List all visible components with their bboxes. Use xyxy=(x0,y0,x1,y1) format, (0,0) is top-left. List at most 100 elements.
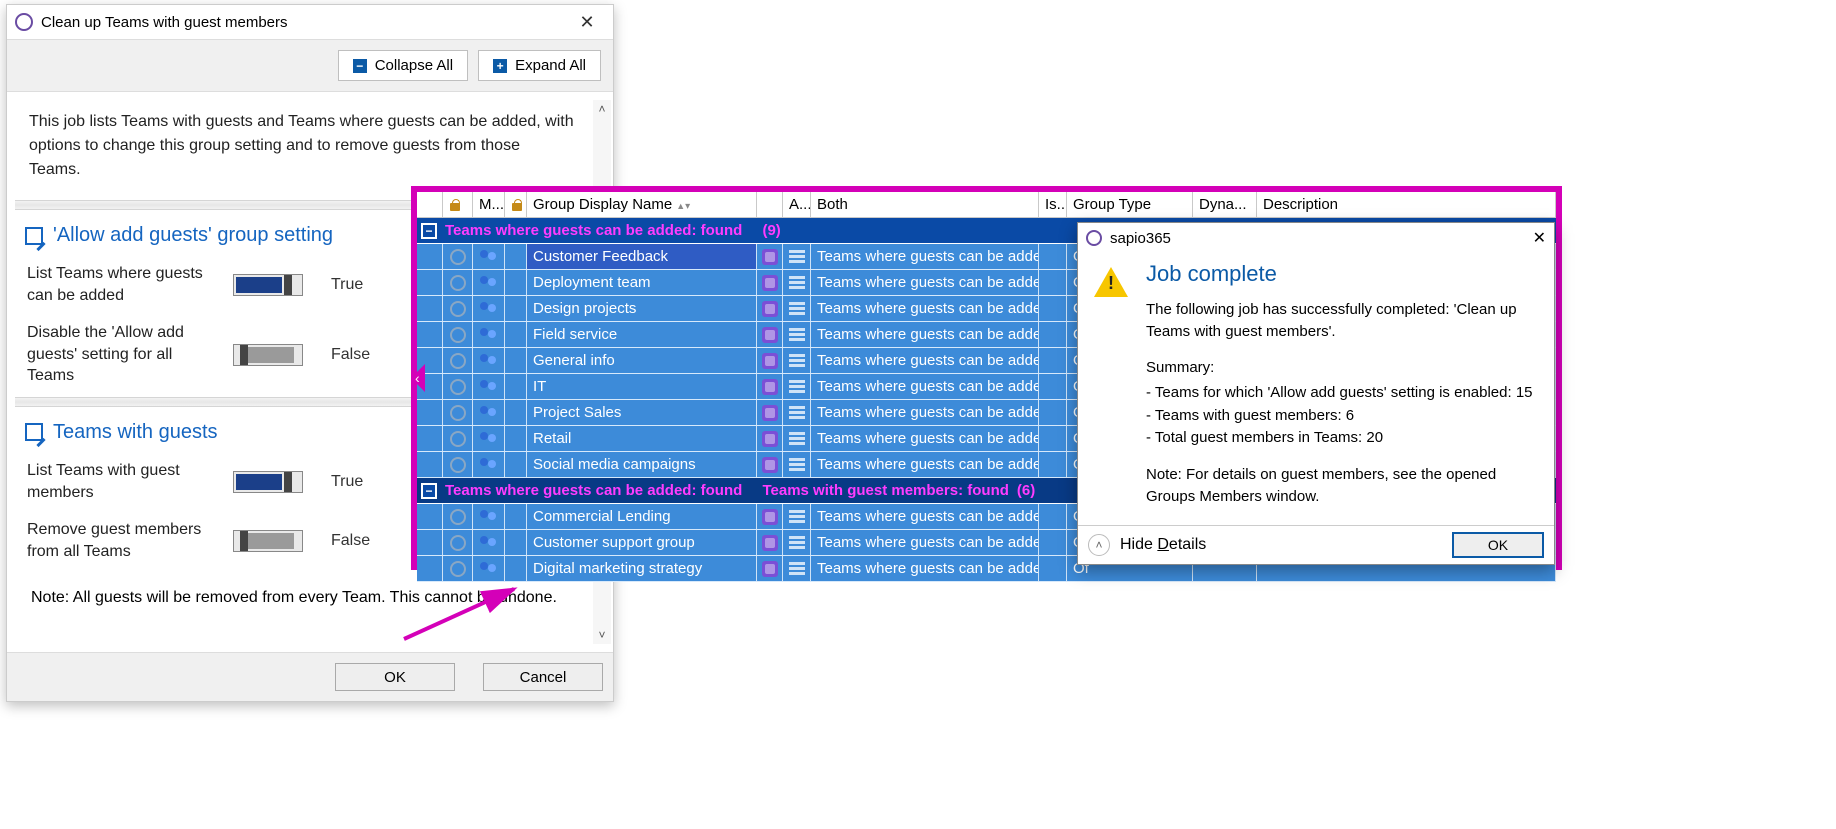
row-radio[interactable] xyxy=(443,556,473,581)
row-is xyxy=(1039,296,1067,321)
row-members-icon[interactable] xyxy=(473,530,505,555)
row-members-icon[interactable] xyxy=(473,270,505,295)
row-burger[interactable] xyxy=(783,322,811,347)
close-icon[interactable]: ✕ xyxy=(1533,228,1546,248)
col-description[interactable]: Description xyxy=(1257,192,1556,217)
panel-expander[interactable]: ‹ xyxy=(411,364,425,392)
ok-button[interactable]: OK xyxy=(335,663,455,691)
toggle-disable-allow-guests[interactable] xyxy=(233,344,303,366)
radio-icon xyxy=(450,249,466,265)
group-label: Teams where guests can be added: found xyxy=(445,222,742,239)
row-burger[interactable] xyxy=(783,504,811,529)
row-members-icon[interactable] xyxy=(473,374,505,399)
row-team-icon xyxy=(757,296,783,321)
row-radio[interactable] xyxy=(443,530,473,555)
row-group-name[interactable]: Deployment team xyxy=(527,270,757,295)
row-team-icon xyxy=(757,556,783,581)
row-members-icon[interactable] xyxy=(473,296,505,321)
row-members-icon[interactable] xyxy=(473,452,505,477)
row-burger[interactable] xyxy=(783,400,811,425)
row-radio[interactable] xyxy=(443,270,473,295)
row-indent xyxy=(417,426,443,451)
row-group-name[interactable]: Design projects xyxy=(527,296,757,321)
dialog-titlebar[interactable]: sapio365 ✕ xyxy=(1078,223,1554,253)
hide-details-link[interactable]: Hide Details xyxy=(1120,536,1206,554)
row-both: Teams where guests can be adde xyxy=(811,374,1039,399)
row-radio[interactable] xyxy=(443,452,473,477)
cancel-button[interactable]: Cancel xyxy=(483,663,603,691)
ok-button[interactable]: OK xyxy=(1452,532,1544,558)
expand-all-button[interactable]: + Expand All xyxy=(478,50,601,81)
col-group-name[interactable]: Group Display Name xyxy=(527,192,757,217)
app-icon xyxy=(1086,230,1102,246)
row-burger[interactable] xyxy=(783,530,811,555)
col-both[interactable]: Both xyxy=(811,192,1039,217)
col-m[interactable]: M... xyxy=(473,192,505,217)
row-group-name[interactable]: IT xyxy=(527,374,757,399)
collapse-group-icon[interactable]: − xyxy=(421,483,437,499)
col-is[interactable]: Is... xyxy=(1039,192,1067,217)
dialog-heading: Job complete xyxy=(1146,261,1538,287)
row-burger[interactable] xyxy=(783,374,811,399)
teams-icon xyxy=(762,327,778,343)
toggle-list-teams-addable[interactable] xyxy=(233,274,303,296)
col-lock-1[interactable] xyxy=(443,192,473,217)
row-burger[interactable] xyxy=(783,426,811,451)
row-members-icon[interactable] xyxy=(473,348,505,373)
col-dynamic[interactable]: Dyna... xyxy=(1193,192,1257,217)
teams-icon xyxy=(762,535,778,551)
summary-item: Teams for which 'Allow add guests' setti… xyxy=(1146,382,1538,405)
completion-message: The following job has successfully compl… xyxy=(1146,299,1538,343)
row-radio[interactable] xyxy=(443,348,473,373)
summary-list: Teams for which 'Allow add guests' setti… xyxy=(1146,382,1538,450)
close-icon[interactable]: ✕ xyxy=(567,12,607,33)
row-radio[interactable] xyxy=(443,322,473,347)
row-team-icon xyxy=(757,426,783,451)
col-lock-2[interactable] xyxy=(505,192,527,217)
row-radio[interactable] xyxy=(443,504,473,529)
row-burger[interactable] xyxy=(783,296,811,321)
dialog-titlebar[interactable]: Clean up Teams with guest members ✕ xyxy=(7,5,613,39)
col-group-type[interactable]: Group Type xyxy=(1067,192,1193,217)
row-radio[interactable] xyxy=(443,244,473,269)
chevron-up-icon[interactable]: ˄ xyxy=(1088,534,1110,556)
row-group-name[interactable]: Field service xyxy=(527,322,757,347)
row-group-name[interactable]: Digital marketing strategy xyxy=(527,556,757,581)
row-members-icon[interactable] xyxy=(473,322,505,347)
row-burger[interactable] xyxy=(783,244,811,269)
col-a[interactable]: A... xyxy=(783,192,811,217)
row-group-name[interactable]: Project Sales xyxy=(527,400,757,425)
row-radio[interactable] xyxy=(443,400,473,425)
row-radio[interactable] xyxy=(443,426,473,451)
filter-icon[interactable] xyxy=(685,196,690,213)
row-radio[interactable] xyxy=(443,374,473,399)
row-group-name[interactable]: General info xyxy=(527,348,757,373)
row-burger[interactable] xyxy=(783,270,811,295)
col-indicator[interactable] xyxy=(417,192,443,217)
row-burger[interactable] xyxy=(783,348,811,373)
col-team-icon[interactable] xyxy=(757,192,783,217)
row-team-icon xyxy=(757,244,783,269)
row-members-icon[interactable] xyxy=(473,426,505,451)
row-group-name[interactable]: Customer Feedback xyxy=(527,244,757,269)
row-members-icon[interactable] xyxy=(473,504,505,529)
row-members-icon[interactable] xyxy=(473,244,505,269)
row-is xyxy=(1039,244,1067,269)
row-burger[interactable] xyxy=(783,452,811,477)
collapse-group-icon[interactable]: − xyxy=(421,223,437,239)
toggle-list-teams-guests[interactable] xyxy=(233,471,303,493)
toggle-remove-guests[interactable] xyxy=(233,530,303,552)
collapse-all-button[interactable]: − Collapse All xyxy=(338,50,468,81)
row-group-name[interactable]: Customer support group xyxy=(527,530,757,555)
toggle-state: True xyxy=(331,276,363,294)
row-group-name[interactable]: Retail xyxy=(527,426,757,451)
row-spacer xyxy=(505,400,527,425)
row-burger[interactable] xyxy=(783,556,811,581)
row-radio[interactable] xyxy=(443,296,473,321)
row-members-icon[interactable] xyxy=(473,400,505,425)
scroll-down-icon[interactable]: ˅ xyxy=(593,626,611,644)
row-group-name[interactable]: Commercial Lending xyxy=(527,504,757,529)
row-members-icon[interactable] xyxy=(473,556,505,581)
row-group-name[interactable]: Social media campaigns xyxy=(527,452,757,477)
scroll-up-icon[interactable]: ˄ xyxy=(593,100,611,118)
